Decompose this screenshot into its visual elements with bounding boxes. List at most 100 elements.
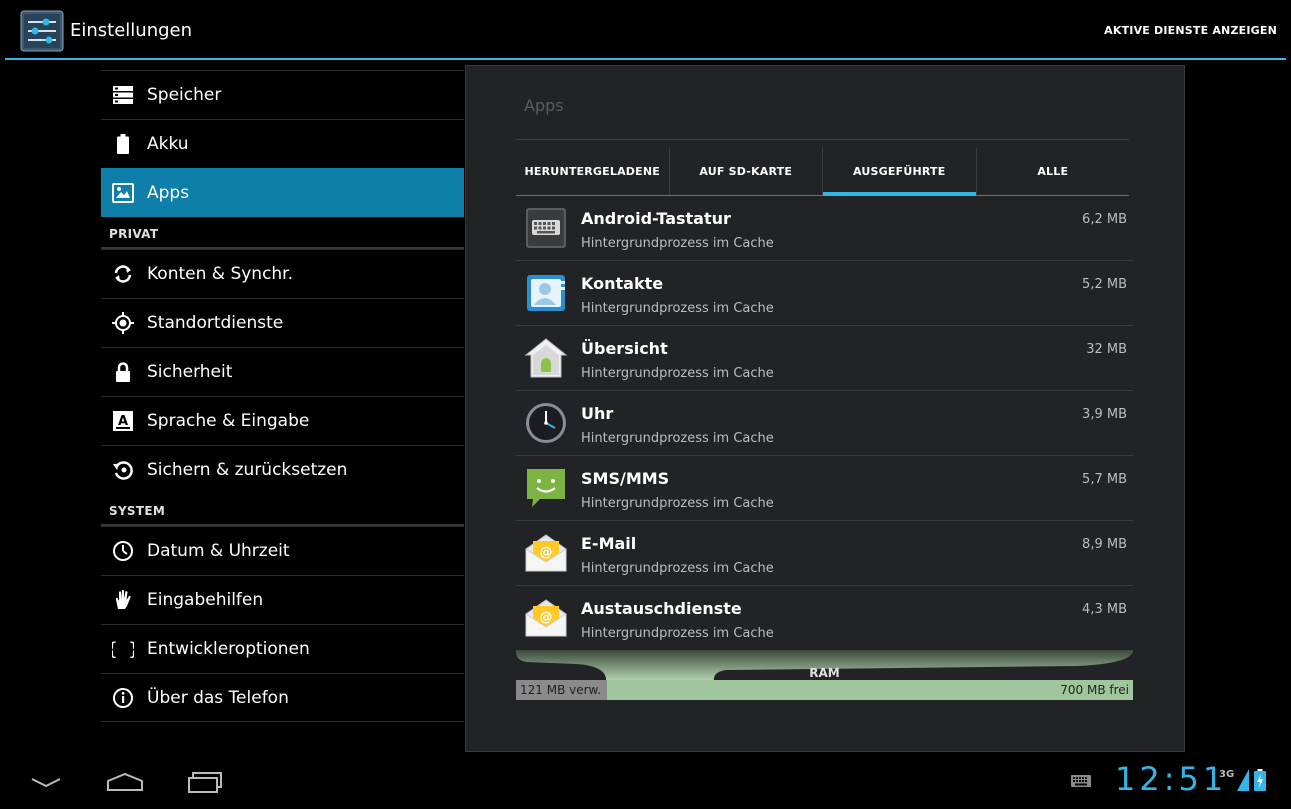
app-name: E-Mail (581, 534, 637, 553)
app-status: Hintergrundprozess im Cache (581, 431, 774, 446)
list-item[interactable]: Uhr Hintergrundprozess im Cache 3,9 MB (516, 391, 1133, 456)
sidebar-item-apps[interactable]: Apps (101, 168, 464, 217)
sms-icon (527, 469, 565, 507)
app-name: Uhr (581, 404, 614, 423)
sidebar-item-label: Sichern & zurücksetzen (147, 460, 348, 480)
app-name: Android-Tastatur (581, 209, 731, 228)
panel-title: Apps (524, 96, 564, 115)
sidebar-item-label: Standortdienste (147, 313, 284, 333)
keyboard-status-icon (1071, 775, 1091, 787)
sidebar-item-speicher[interactable]: Speicher (101, 70, 464, 119)
svg-text:@: @ (540, 610, 553, 625)
sidebar-item-entwickler[interactable]: { } Entwickleroptionen (101, 624, 464, 673)
sidebar-item-konten[interactable]: Konten & Synchr. (101, 249, 464, 298)
action-bar-divider (5, 58, 1286, 60)
lock-icon (112, 361, 134, 383)
list-item[interactable]: Kontakte Hintergrundprozess im Cache 5,2… (516, 261, 1133, 326)
sidebar-item-label: Sprache & Eingabe (147, 411, 310, 431)
app-status: Hintergrundprozess im Cache (581, 626, 774, 641)
recent-apps-icon (188, 772, 222, 793)
tab-alle[interactable]: ALLE (975, 148, 1130, 195)
backup-icon (112, 459, 134, 481)
chevron-down-icon (31, 778, 61, 788)
sidebar-item-label: Sicherheit (147, 362, 233, 382)
app-size: 5,2 MB (1082, 277, 1127, 292)
app-status: Hintergrundprozess im Cache (581, 236, 774, 251)
svg-text:@: @ (540, 545, 553, 560)
hand-icon (112, 589, 134, 611)
section-header-system: SYSTEM (101, 494, 464, 526)
ram-label: RAM (809, 666, 840, 680)
app-status: Hintergrundprozess im Cache (581, 496, 774, 511)
apps-panel: Apps HERUNTERGELADENE AUF SD-KARTE AUSGE… (465, 65, 1185, 752)
sidebar-item-label: Akku (147, 134, 189, 154)
sidebar-item-label: Apps (147, 183, 190, 203)
sidebar-item-sichern[interactable]: Sichern & zurücksetzen (101, 445, 464, 494)
action-bar: Einstellungen AKTIVE DIENSTE ANZEIGEN (0, 0, 1291, 60)
ram-used-label: 121 MB verw. (520, 683, 602, 697)
app-size: 3,9 MB (1082, 407, 1127, 422)
list-item[interactable]: Android-Tastatur Hintergrundprozess im C… (516, 196, 1133, 261)
back-button[interactable] (24, 767, 68, 797)
svg-text:{ }: { } (112, 639, 134, 660)
app-name: Kontakte (581, 274, 664, 293)
list-item[interactable]: Übersicht Hintergrundprozess im Cache 32… (516, 326, 1133, 391)
ram-bar: 121 MB verw. 700 MB frei (516, 680, 1133, 700)
sidebar-item-ueber[interactable]: Über das Telefon (101, 673, 464, 722)
recent-apps-button[interactable] (183, 767, 227, 797)
show-active-services-button[interactable]: AKTIVE DIENSTE ANZEIGEN (1104, 24, 1277, 37)
app-size: 5,7 MB (1082, 472, 1127, 487)
ram-free-label: 700 MB frei (1060, 683, 1129, 697)
app-name: Übersicht (581, 339, 668, 358)
list-item[interactable]: SMS/MMS Hintergrundprozess im Cache 5,7 … (516, 456, 1133, 521)
list-item[interactable]: @ Austauschdienste Hintergrundprozess im… (516, 586, 1133, 651)
battery-status-icon (1254, 769, 1266, 791)
app-size: 4,3 MB (1082, 602, 1127, 617)
home-button[interactable] (103, 767, 147, 797)
tab-label: AUF SD-KARTE (699, 165, 793, 178)
clock-app-icon (526, 403, 566, 443)
navigation-bar: 12:51 3G (0, 755, 1291, 809)
keyboard-icon (526, 208, 566, 248)
app-size: 8,9 MB (1082, 537, 1127, 552)
panel-divider (516, 139, 1129, 140)
sidebar-item-datum[interactable]: Datum & Uhrzeit (101, 526, 464, 575)
app-status: Hintergrundprozess im Cache (581, 301, 774, 316)
ram-usage: RAM 121 MB verw. 700 MB frei (516, 650, 1133, 701)
apps-icon (112, 182, 134, 204)
svg-text:A: A (118, 414, 128, 429)
sidebar-item-standort[interactable]: Standortdienste (101, 298, 464, 347)
tab-sd-karte[interactable]: AUF SD-KARTE (668, 148, 823, 195)
network-type: 3G (1219, 769, 1235, 780)
sidebar-item-sprache[interactable]: A Sprache & Eingabe (101, 396, 464, 445)
app-size: 32 MB (1086, 342, 1127, 357)
storage-icon (112, 84, 134, 106)
tab-label: HERUNTERGELADENE (524, 165, 660, 178)
app-status: Hintergrundprozess im Cache (581, 366, 774, 381)
signal-icon (1237, 769, 1249, 791)
contacts-icon (527, 275, 565, 311)
sidebar-item-label: Eingabehilfen (147, 590, 264, 610)
sidebar-item-label: Konten & Synchr. (147, 264, 294, 284)
list-item[interactable]: @ E-Mail Hintergrundprozess im Cache 8,9… (516, 521, 1133, 586)
language-icon: A (112, 410, 134, 432)
app-size: 6,2 MB (1082, 212, 1127, 227)
settings-app-icon[interactable] (20, 10, 64, 52)
tab-label: ALLE (1037, 165, 1069, 178)
app-name: Austauschdienste (581, 599, 742, 618)
location-icon (112, 312, 134, 334)
braces-icon: { } (112, 638, 134, 660)
status-clock[interactable]: 12:51 (1115, 760, 1227, 798)
sidebar-item-label: Über das Telefon (147, 687, 289, 708)
sync-icon (112, 263, 134, 285)
sidebar-item-label: Speicher (147, 85, 222, 105)
section-header-privat: PRIVAT (101, 217, 464, 249)
sidebar-item-akku[interactable]: Akku (101, 119, 464, 168)
tab-label: AUSGEFÜHRTE (853, 165, 946, 178)
tab-ausgefuehrte[interactable]: AUSGEFÜHRTE (822, 148, 976, 196)
tab-heruntergeladene[interactable]: HERUNTERGELADENE (516, 148, 669, 195)
settings-list: Speicher Akku Apps PRIVAT Konten & Synch… (101, 70, 464, 722)
exchange-icon: @ (525, 599, 567, 637)
sidebar-item-eingabehilfen[interactable]: Eingabehilfen (101, 575, 464, 624)
sidebar-item-sicherheit[interactable]: Sicherheit (101, 347, 464, 396)
